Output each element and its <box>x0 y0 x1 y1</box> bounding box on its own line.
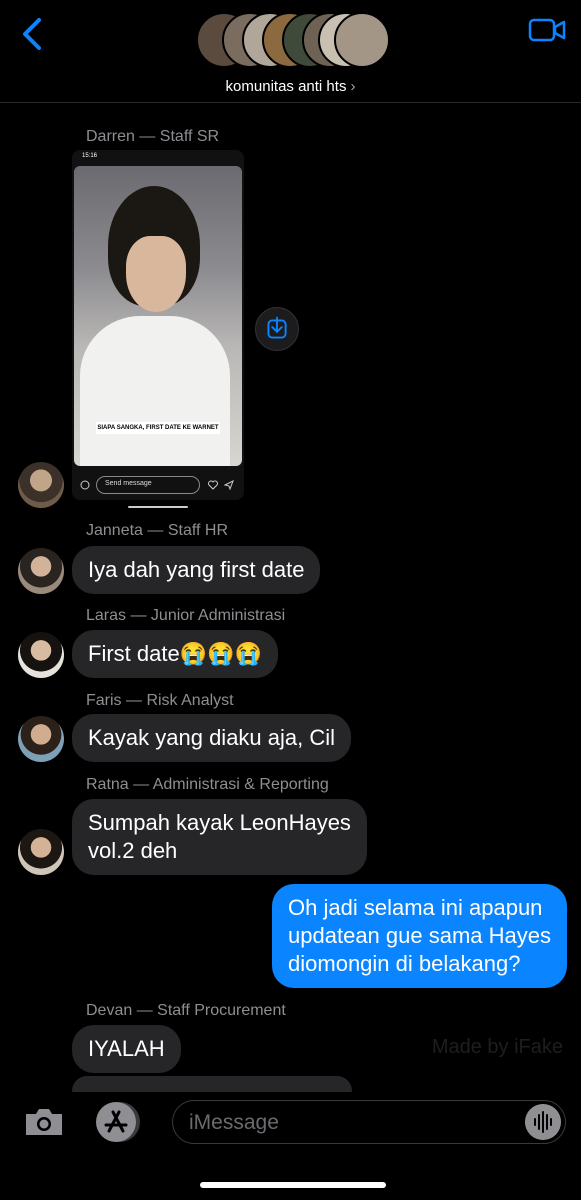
image-attachment[interactable]: 15:16 SIAPA SANGKA, FIRST DATE KE WARNET… <box>72 150 244 500</box>
message-line: vol.2 deh <box>88 838 178 863</box>
screenshot-status-time: 15:16 <box>82 153 98 159</box>
home-indicator-in-image <box>128 506 188 508</box>
message-bubble[interactable]: Iya dah yang first date <box>72 546 321 594</box>
story-send-field: Send message <box>96 476 200 494</box>
sender-name: Janneta — Staff HR <box>86 522 228 539</box>
chevron-right-icon: › <box>350 78 356 95</box>
group-name-label: komunitas anti hts <box>225 78 347 95</box>
sender-name: Laras — Junior Administrasi <box>86 607 286 624</box>
message-bubble[interactable]: First date😭😭😭 <box>72 630 278 678</box>
sender-name: Ratna — Administrasi & Reporting <box>86 776 329 793</box>
sent-message-bubble[interactable]: Oh jadi selama ini apapun updatean gue s… <box>272 884 567 988</box>
message-line: diomongin di belakang? <box>288 951 521 976</box>
audio-waveform-icon[interactable] <box>525 1104 561 1140</box>
watermark: Made by iFake <box>431 1036 563 1058</box>
message-line: Sumpah kayak LeonHayes <box>88 810 351 835</box>
sender-name: Faris — Risk Analyst <box>86 692 234 709</box>
message-bubble[interactable]: Sumpah kayak LeonHayes vol.2 deh <box>72 799 367 875</box>
video-call-icon[interactable] <box>528 16 566 44</box>
photo-shirt <box>80 316 230 466</box>
story-caption: SIAPA SANGKA, FIRST DATE KE WARNET <box>96 422 220 434</box>
message-input[interactable]: iMessage <box>172 1100 566 1144</box>
group-name[interactable]: komunitas anti hts › <box>0 78 581 95</box>
heart-icon <box>208 480 218 490</box>
group-avatar-stack[interactable] <box>196 12 390 70</box>
home-indicator <box>200 1182 386 1188</box>
message-bubble[interactable]: IYALAH <box>72 1025 181 1073</box>
camera-icon <box>80 480 90 490</box>
avatar[interactable] <box>18 716 64 762</box>
avatar[interactable] <box>18 548 64 594</box>
message-line: Oh jadi selama ini apapun <box>288 895 543 920</box>
sender-name: Devan — Staff Procurement <box>86 1002 286 1019</box>
save-image-icon[interactable] <box>255 307 299 351</box>
message-line: updatean gue sama Hayes <box>288 923 551 948</box>
group-avatar <box>334 12 390 68</box>
avatar[interactable] <box>18 462 64 508</box>
story-photo: SIAPA SANGKA, FIRST DATE KE WARNET <box>74 166 242 466</box>
back-chevron-icon[interactable] <box>18 16 48 52</box>
photo-face <box>126 236 186 312</box>
avatar[interactable] <box>18 829 64 875</box>
app-store-icon[interactable] <box>94 1100 142 1144</box>
avatar[interactable] <box>18 632 64 678</box>
message-bubble[interactable]: Kayak yang diaku aja, Cil <box>72 714 352 762</box>
camera-icon[interactable] <box>22 1106 66 1138</box>
sender-name: Darren — Staff SR <box>86 128 220 145</box>
message-input-placeholder: iMessage <box>189 1111 279 1134</box>
conversation-header: komunitas anti hts › <box>0 0 581 103</box>
send-icon <box>224 480 234 490</box>
